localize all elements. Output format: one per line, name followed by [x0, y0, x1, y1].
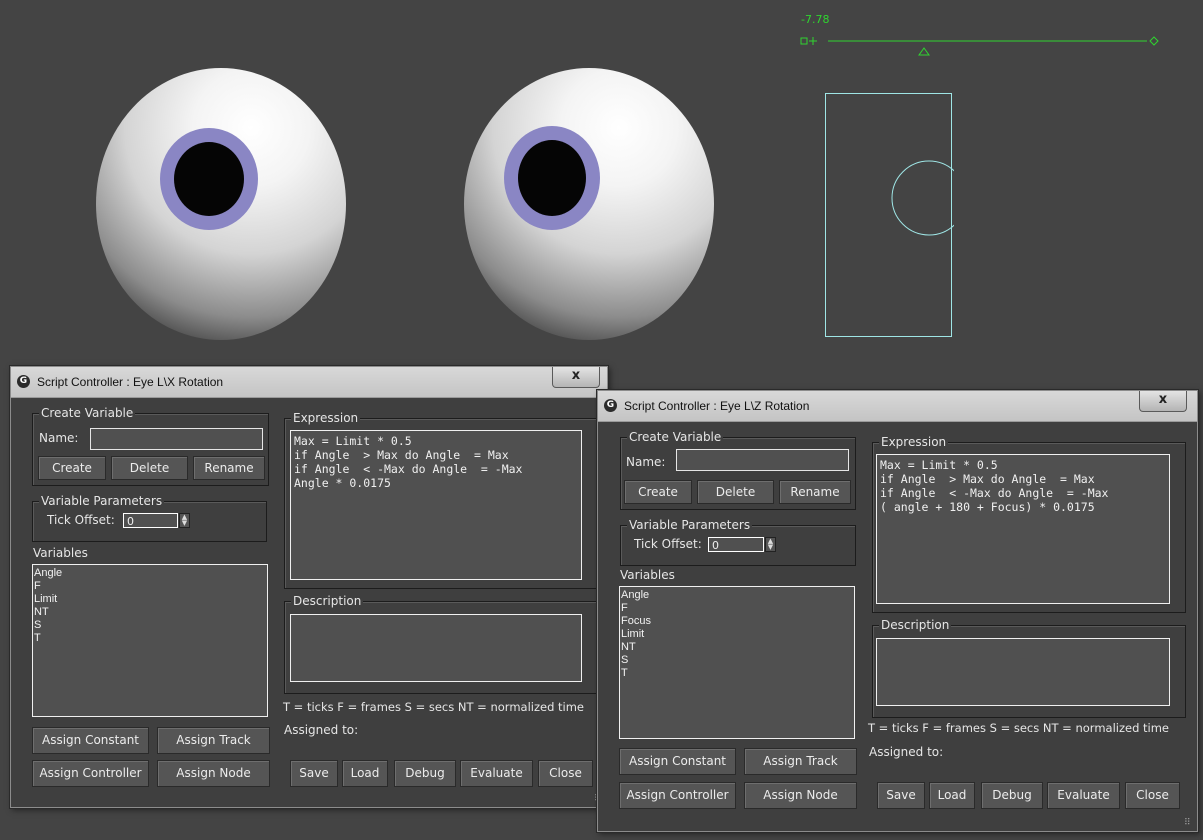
- list-item[interactable]: F: [621, 602, 853, 615]
- time-legend: T = ticks F = frames S = secs NT = norma…: [283, 700, 585, 714]
- dialog-title: Script Controller : Eye L\X Rotation: [37, 375, 224, 389]
- close-button[interactable]: Close: [538, 760, 593, 787]
- create-button[interactable]: Create: [38, 456, 106, 480]
- load-button[interactable]: Load: [342, 760, 388, 787]
- assign-node-button[interactable]: Assign Node: [157, 760, 270, 787]
- eyeball-left[interactable]: [96, 68, 346, 340]
- expression-editor[interactable]: Max = Limit * 0.5 if Angle > Max do Angl…: [876, 454, 1170, 604]
- group-label: Variable Parameters: [627, 518, 753, 532]
- list-item[interactable]: NT: [621, 641, 853, 654]
- list-item[interactable]: S: [34, 619, 266, 632]
- description-field[interactable]: [290, 614, 582, 682]
- pupil: [518, 140, 586, 216]
- list-item[interactable]: Focus: [621, 615, 853, 628]
- list-item[interactable]: NT: [34, 606, 266, 619]
- list-item[interactable]: T: [34, 632, 266, 645]
- rename-button[interactable]: Rename: [779, 480, 851, 504]
- evaluate-button[interactable]: Evaluate: [1047, 782, 1120, 809]
- assign-node-button[interactable]: Assign Node: [744, 782, 857, 809]
- slider-value: -7.78: [801, 13, 830, 26]
- control-frame[interactable]: [824, 92, 954, 342]
- assign-constant-button[interactable]: Assign Constant: [619, 748, 736, 775]
- name-field[interactable]: [90, 428, 263, 450]
- assign-controller-button[interactable]: Assign Controller: [32, 760, 149, 787]
- name-label: Name:: [626, 455, 666, 469]
- list-item[interactable]: F: [34, 580, 266, 593]
- dialog-title: Script Controller : Eye L\Z Rotation: [624, 399, 810, 413]
- variables-list[interactable]: Angle F Focus Limit NT S T: [619, 586, 855, 739]
- create-button[interactable]: Create: [624, 480, 692, 504]
- list-item[interactable]: Angle: [621, 589, 853, 602]
- close-icon[interactable]: x: [552, 367, 600, 388]
- iris: [504, 126, 600, 230]
- slider-manipulator[interactable]: [800, 34, 1166, 56]
- title-bar[interactable]: G Script Controller : Eye L\X Rotation x: [11, 367, 607, 398]
- eyeball-right[interactable]: [464, 68, 714, 340]
- title-bar[interactable]: G Script Controller : Eye L\Z Rotation x: [598, 391, 1197, 422]
- app-icon: G: [604, 399, 617, 412]
- group-label: Description: [879, 618, 952, 632]
- assign-track-button[interactable]: Assign Track: [157, 727, 270, 754]
- spinner-arrows-icon[interactable]: ▲ ▼: [179, 513, 190, 528]
- group-label: Create Variable: [627, 430, 724, 444]
- name-label: Name:: [39, 431, 79, 445]
- app-icon: G: [17, 375, 30, 388]
- group-label: Expression: [879, 435, 949, 449]
- iris: [160, 128, 258, 230]
- assigned-to-label: Assigned to:: [869, 745, 944, 759]
- group-label: Expression: [291, 411, 361, 425]
- list-item[interactable]: T: [621, 667, 853, 680]
- list-item[interactable]: Limit: [34, 593, 266, 606]
- delete-button[interactable]: Delete: [697, 480, 774, 504]
- pupil: [174, 142, 244, 216]
- script-controller-dialog-z[interactable]: G Script Controller : Eye L\Z Rotation x…: [597, 390, 1198, 832]
- script-controller-dialog-x[interactable]: G Script Controller : Eye L\X Rotation x…: [10, 366, 608, 808]
- list-item[interactable]: Limit: [621, 628, 853, 641]
- debug-button[interactable]: Debug: [981, 782, 1043, 809]
- group-label: Variable Parameters: [39, 494, 165, 508]
- tick-offset-label: Tick Offset:: [47, 513, 115, 527]
- rename-button[interactable]: Rename: [193, 456, 265, 480]
- list-item[interactable]: S: [621, 654, 853, 667]
- tick-offset-label: Tick Offset:: [634, 537, 702, 551]
- debug-button[interactable]: Debug: [394, 760, 456, 787]
- close-button[interactable]: Close: [1125, 782, 1180, 809]
- name-field[interactable]: [676, 449, 849, 471]
- resize-grip-icon[interactable]: ⠿: [1184, 818, 1194, 828]
- save-button[interactable]: Save: [290, 760, 338, 787]
- tick-offset-field[interactable]: 0: [123, 513, 178, 528]
- variables-label: Variables: [33, 546, 88, 560]
- expression-editor[interactable]: Max = Limit * 0.5 if Angle > Max do Angl…: [290, 430, 582, 580]
- save-button[interactable]: Save: [877, 782, 925, 809]
- group-label: Description: [291, 594, 364, 608]
- description-field[interactable]: [876, 638, 1170, 706]
- assign-controller-button[interactable]: Assign Controller: [619, 782, 736, 809]
- load-button[interactable]: Load: [929, 782, 975, 809]
- tick-offset-field[interactable]: 0: [708, 537, 764, 552]
- close-icon[interactable]: x: [1139, 391, 1187, 412]
- delete-button[interactable]: Delete: [111, 456, 188, 480]
- list-item[interactable]: Angle: [34, 567, 266, 580]
- assign-constant-button[interactable]: Assign Constant: [32, 727, 149, 754]
- evaluate-button[interactable]: Evaluate: [460, 760, 533, 787]
- variables-list[interactable]: Angle F Limit NT S T: [32, 564, 268, 717]
- group-label: Create Variable: [39, 406, 136, 420]
- time-legend: T = ticks F = frames S = secs NT = norma…: [868, 721, 1170, 735]
- assigned-to-label: Assigned to:: [284, 723, 359, 737]
- assign-track-button[interactable]: Assign Track: [744, 748, 857, 775]
- spinner-arrows-icon[interactable]: ▲ ▼: [765, 537, 776, 552]
- variables-label: Variables: [620, 568, 675, 582]
